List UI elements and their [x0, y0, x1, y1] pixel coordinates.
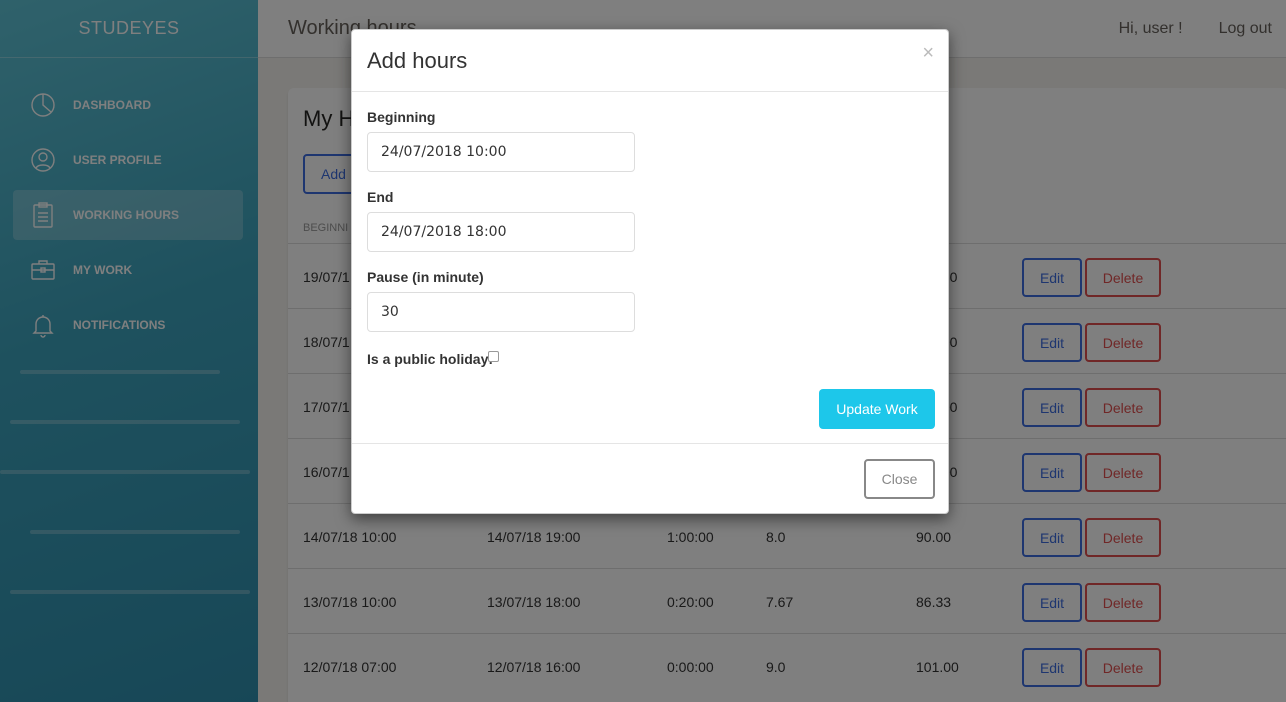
modal-title: Add hours — [367, 48, 468, 73]
holiday-label: Is a public holiday: — [367, 351, 494, 367]
end-label: End — [367, 189, 394, 205]
modal-header: Add hours × — [352, 30, 948, 92]
pause-input[interactable] — [367, 292, 635, 332]
close-icon[interactable]: × — [922, 43, 934, 63]
modal-body: Beginning End Pause (in minute) Is a pub… — [352, 92, 948, 444]
update-work-button[interactable]: Update Work — [819, 389, 935, 429]
add-hours-modal: Add hours × Beginning End Pause (in minu… — [351, 29, 949, 514]
public-holiday-checkbox[interactable] — [488, 351, 499, 362]
pause-label: Pause (in minute) — [367, 269, 484, 285]
end-input[interactable] — [367, 212, 635, 252]
beginning-label: Beginning — [367, 109, 436, 125]
beginning-input[interactable] — [367, 132, 635, 172]
close-button[interactable]: Close — [864, 459, 935, 499]
